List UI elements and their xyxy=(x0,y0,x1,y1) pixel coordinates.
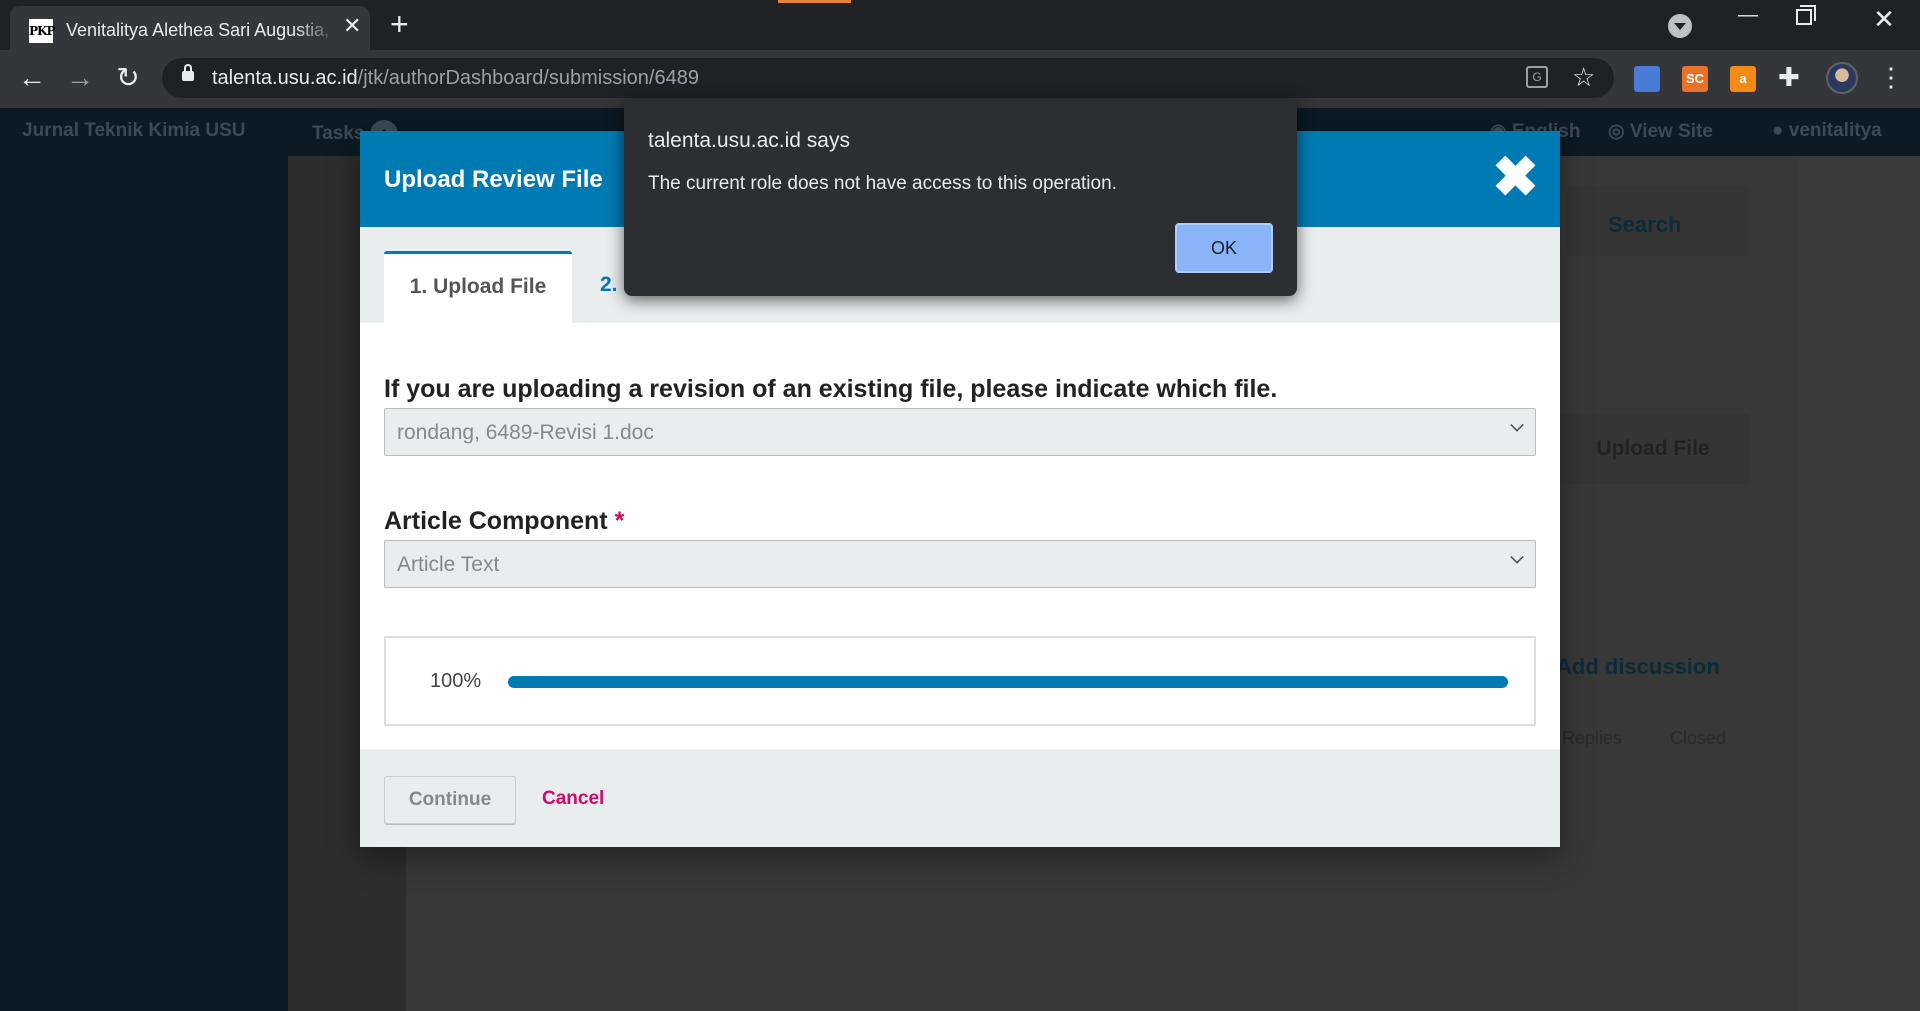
browser-alert-dialog: talenta.usu.ac.id says The current role … xyxy=(624,99,1297,296)
alert-title: talenta.usu.ac.id says xyxy=(648,129,850,152)
shopping-extension-icon[interactable]: a xyxy=(1730,66,1756,92)
window-restore-icon[interactable] xyxy=(1796,5,1816,25)
progress-track xyxy=(508,676,1508,688)
upload-progress-box: 100% xyxy=(384,636,1536,726)
bookmark-star-icon[interactable]: ☆ xyxy=(1572,62,1595,93)
article-component-select[interactable]: Article Text xyxy=(384,540,1536,588)
side-navigation xyxy=(0,156,288,1011)
new-tab-icon[interactable]: + xyxy=(390,8,409,40)
progress-fill xyxy=(508,676,1508,688)
url-host: talenta.usu.ac.id xyxy=(212,67,358,89)
cancel-link[interactable]: Cancel xyxy=(542,788,604,810)
chevron-down-icon xyxy=(1510,550,1524,564)
pkp-favicon-icon: PKP xyxy=(29,19,55,43)
closed-column-header: Closed xyxy=(1670,728,1727,748)
eye-icon: ◎ xyxy=(1608,121,1630,142)
revision-field-label: If you are uploading a revision of an ex… xyxy=(384,375,1278,403)
extensions-puzzle-icon[interactable]: ✚ xyxy=(1778,62,1800,93)
tab-search-icon[interactable] xyxy=(1668,14,1692,38)
forward-arrow-icon[interactable]: → xyxy=(62,62,98,94)
upload-file-button-bg[interactable]: Upload File xyxy=(1556,414,1750,484)
user-icon: ● xyxy=(1772,120,1789,141)
article-component-label-text: Article Component xyxy=(384,507,608,535)
continue-button[interactable]: Continue xyxy=(384,776,516,824)
user-menu[interactable]: ● venitalitya xyxy=(1772,120,1882,142)
article-component-value: Article Text xyxy=(397,553,500,576)
article-component-label: Article Component * xyxy=(384,507,624,536)
revision-file-value: rondang, 6489-Revisi 1.doc xyxy=(397,421,654,444)
window-minimize-icon[interactable]: — xyxy=(1728,4,1768,27)
address-bar[interactable]: talenta.usu.ac.id/jtk/authorDashboard/su… xyxy=(162,58,1614,98)
browser-tab[interactable]: PKP Venitalitya Alethea Sari Augustia, Y… xyxy=(10,6,370,50)
chevron-down-icon xyxy=(1510,418,1524,432)
progress-percent: 100% xyxy=(430,670,482,692)
alert-ok-button[interactable]: OK xyxy=(1175,223,1273,273)
replies-column-header: Replies xyxy=(1562,728,1623,748)
search-button-bg[interactable]: Search xyxy=(1566,186,1748,256)
search-label-bg: Search xyxy=(1608,212,1682,237)
tab-upload-file[interactable]: 1. Upload File xyxy=(384,251,572,323)
url-path: /jtk/authorDashboard/submission/6489 xyxy=(357,67,699,89)
browser-menu-icon[interactable]: ⋮ xyxy=(1878,62,1904,92)
lock-icon[interactable] xyxy=(182,64,194,81)
window-close-icon[interactable]: ✕ xyxy=(1864,4,1904,35)
modal-footer: Continue Cancel xyxy=(360,749,1560,847)
tab-title: Venitalitya Alethea Sari Augustia, Yerfi… xyxy=(66,20,336,40)
tab-loading-indicator xyxy=(778,0,851,3)
tab-close-icon[interactable]: ✕ xyxy=(343,15,361,37)
view-site-link[interactable]: ◎ View Site xyxy=(1608,120,1713,143)
username-label: venitalitya xyxy=(1788,120,1882,141)
add-discussion-link-bg[interactable]: Add discussion xyxy=(1556,654,1720,680)
view-site-label: View Site xyxy=(1629,121,1713,142)
browser-tabstrip: PKP Venitalitya Alethea Sari Augustia, Y… xyxy=(0,0,1920,50)
blue-extension-icon[interactable] xyxy=(1634,66,1660,92)
sc-extension-icon[interactable]: SC xyxy=(1682,66,1708,92)
profile-avatar[interactable] xyxy=(1826,62,1858,94)
modal-title: Upload Review File xyxy=(384,166,603,193)
translate-icon[interactable]: G xyxy=(1526,66,1548,88)
modal-close-icon[interactable]: ✖ xyxy=(1492,149,1539,205)
alert-message: The current role does not have access to… xyxy=(648,173,1117,194)
required-asterisk: * xyxy=(614,507,625,535)
back-arrow-icon[interactable]: ← xyxy=(14,62,50,94)
revision-file-select[interactable]: rondang, 6489-Revisi 1.doc xyxy=(384,408,1536,456)
site-title[interactable]: Jurnal Teknik Kimia USU xyxy=(22,120,246,142)
url-text[interactable]: talenta.usu.ac.id/jtk/authorDashboard/su… xyxy=(212,67,699,90)
reload-icon[interactable]: ↻ xyxy=(110,62,146,94)
tab-step-2[interactable]: 2. xyxy=(600,251,618,323)
tasks-label: Tasks xyxy=(312,123,365,145)
